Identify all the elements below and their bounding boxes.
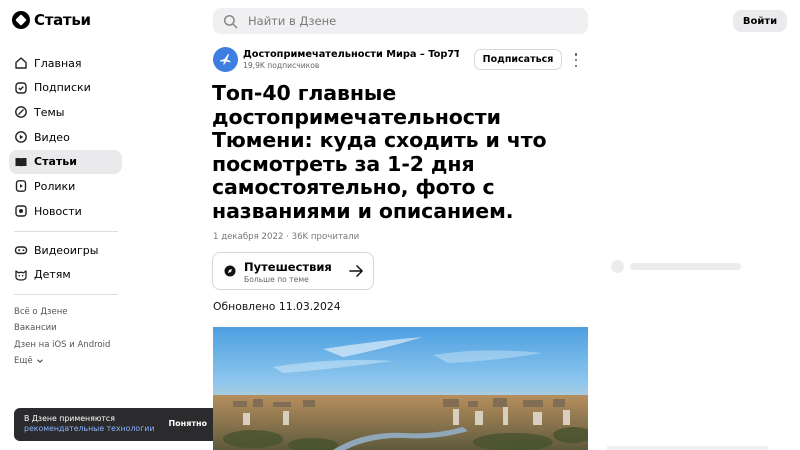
sidebar-item-label: Темы — [34, 105, 65, 119]
sidebar-footer: Всё о Дзене Вакансии Дзен на iOS и Andro… — [14, 304, 110, 369]
shorts-icon — [14, 179, 28, 193]
footer-more-button[interactable]: Ещё — [14, 353, 110, 369]
updated-date: Обновлено 11.03.2024 — [213, 300, 341, 313]
channel-avatar[interactable] — [213, 47, 238, 72]
sidebar-item-games[interactable]: Видеоигры — [9, 238, 122, 262]
sidebar-item-label: Новости — [34, 204, 82, 218]
sidebar-item-kids[interactable]: Детям — [9, 263, 122, 287]
sidebar-nav-secondary: Видеоигры Детям — [9, 238, 122, 287]
arrow-right-icon — [349, 265, 363, 277]
loading-placeholder — [630, 263, 741, 270]
logo-text: Статьи — [34, 11, 91, 29]
footer-link-apps[interactable]: Дзен на iOS и Android — [14, 337, 110, 353]
sidebar-divider — [14, 294, 118, 295]
cookie-banner: В Дзене применяются рекомендательные тех… — [14, 408, 219, 441]
sidebar-item-topics[interactable]: Темы — [9, 100, 122, 124]
logo[interactable]: Статьи — [12, 11, 91, 29]
cookie-ok-button[interactable]: Понятно — [168, 419, 207, 429]
sidebar-item-label: Видеоигры — [34, 243, 99, 257]
sidebar-item-subscriptions[interactable]: Подписки — [9, 76, 122, 100]
sidebar-item-label: Детям — [34, 268, 71, 282]
zen-logo-icon — [12, 11, 30, 29]
more-options-icon[interactable] — [572, 53, 580, 67]
topics-icon — [14, 105, 28, 119]
footer-link-jobs[interactable]: Вакансии — [14, 320, 110, 336]
search-input[interactable]: Найти в Дзене — [213, 8, 588, 34]
article-title: Топ-40 главные достопримечательности Тюм… — [212, 81, 547, 223]
login-button[interactable]: Войти — [733, 10, 787, 32]
sidebar-item-label: Подписки — [34, 81, 91, 95]
article-image — [213, 327, 588, 450]
sidebar-item-news[interactable]: Новости — [9, 199, 122, 223]
kids-icon — [14, 268, 28, 282]
home-icon — [14, 56, 28, 70]
topic-card[interactable]: Путешествия Больше по теме — [212, 252, 374, 290]
channel-subscribers: 19,9K подписчиков — [243, 61, 320, 70]
compass-icon — [224, 265, 236, 277]
footer-link-about[interactable]: Всё о Дзене — [14, 304, 110, 320]
sidebar-item-label: Ролики — [34, 179, 76, 193]
news-icon — [14, 204, 28, 218]
gamepad-icon — [14, 243, 28, 257]
loading-placeholder — [611, 260, 624, 273]
sidebar-item-home[interactable]: Главная — [9, 51, 122, 75]
sidebar-item-label: Видео — [34, 130, 70, 144]
sidebar-divider — [14, 231, 118, 232]
more-label: Ещё — [14, 355, 33, 366]
chevron-down-icon — [36, 359, 43, 364]
airplane-icon — [219, 54, 231, 65]
sidebar-item-label: Главная — [34, 56, 82, 70]
topic-title: Путешествия — [244, 260, 332, 274]
subscriptions-icon — [14, 81, 28, 95]
subscribe-button[interactable]: Подписаться — [474, 49, 562, 70]
sidebar-item-video[interactable]: Видео — [9, 125, 122, 149]
video-icon — [14, 130, 28, 144]
articles-icon — [14, 155, 28, 169]
channel-name[interactable]: Достопримечательности Мира – Top7Tra... — [243, 49, 459, 60]
article-meta: 1 декабря 2022 · 36K прочитали — [213, 232, 360, 242]
sidebar-nav: Главная Подписки Темы Видео Статьи Ролик… — [9, 51, 122, 224]
city-photo — [213, 327, 588, 450]
sidebar-item-articles[interactable]: Статьи — [9, 149, 122, 174]
search-placeholder: Найти в Дзене — [248, 14, 337, 28]
sidebar-item-label: Статьи — [34, 155, 77, 169]
topic-subtitle: Больше по теме — [244, 275, 309, 284]
loading-placeholder — [607, 446, 768, 450]
sidebar-item-shorts[interactable]: Ролики — [9, 174, 122, 198]
search-icon — [223, 14, 238, 28]
